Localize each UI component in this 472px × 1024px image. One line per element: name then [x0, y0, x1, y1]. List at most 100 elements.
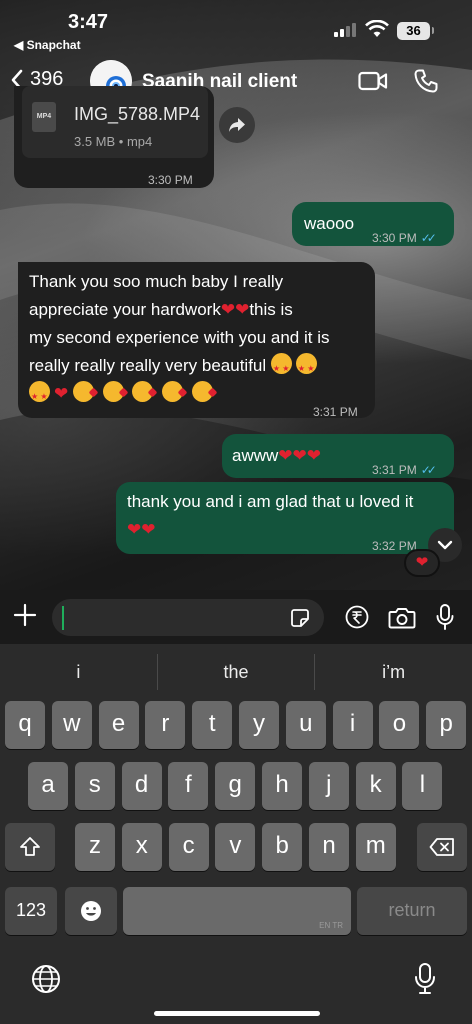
- message-line: really really really very beautiful: [29, 352, 330, 383]
- heart-emoji: ❤: [292, 446, 307, 465]
- plus-icon: [13, 603, 37, 627]
- file-name: IMG_5788.MP4: [74, 104, 201, 124]
- text-caret: [62, 606, 64, 630]
- key-l[interactable]: l: [402, 762, 443, 810]
- numbers-key[interactable]: 123: [5, 887, 57, 935]
- file-message[interactable]: MP4 IMG_5788.MP4 3.5 MB • mp4 3:30 PM: [14, 86, 214, 188]
- message-time: 3:31 PM: [313, 405, 358, 419]
- emoji-key[interactable]: [65, 887, 117, 935]
- key-s[interactable]: s: [74, 762, 115, 810]
- key-i[interactable]: i: [332, 701, 373, 749]
- shift-key[interactable]: [5, 823, 55, 871]
- file-card[interactable]: MP4 IMG_5788.MP4 3.5 MB • mp4: [22, 86, 208, 158]
- key-q[interactable]: q: [5, 701, 45, 749]
- phone-icon[interactable]: [413, 68, 439, 94]
- sticker-icon[interactable]: [290, 608, 310, 628]
- attach-button[interactable]: [12, 602, 38, 633]
- heart-emoji: ❤: [306, 446, 322, 465]
- key-b[interactable]: b: [262, 823, 303, 871]
- message-time: 3:30 PM: [372, 231, 417, 245]
- microphone-icon[interactable]: [435, 603, 455, 631]
- star-struck-emoji: [295, 353, 317, 383]
- outgoing-message[interactable]: thank you and i am glad that u loved it …: [116, 482, 454, 554]
- file-type-icon: MP4: [32, 102, 56, 132]
- message-text: waooo: [304, 214, 355, 233]
- globe-icon[interactable]: [31, 964, 61, 994]
- heart-emoji: ❤: [235, 300, 250, 319]
- key-n[interactable]: n: [309, 823, 349, 871]
- emoji-icon: [81, 901, 101, 921]
- forward-button[interactable]: [219, 107, 255, 143]
- key-h[interactable]: h: [262, 762, 302, 810]
- language-hint: EN TR: [319, 921, 343, 930]
- key-v[interactable]: v: [215, 823, 256, 871]
- key-c[interactable]: c: [168, 823, 209, 871]
- message-line: appreciate your hardwork❤❤this is: [29, 296, 330, 324]
- key-j[interactable]: j: [308, 762, 349, 810]
- key-u[interactable]: u: [285, 701, 326, 749]
- message-line: thank you and i am glad that u loved it: [127, 492, 414, 511]
- message-text: awww❤❤❤: [232, 442, 321, 470]
- message-time: 3:31 PM: [372, 463, 417, 477]
- key-r[interactable]: r: [145, 701, 186, 749]
- key-t[interactable]: t: [192, 701, 233, 749]
- home-indicator: [154, 1011, 320, 1016]
- battery-nub: [432, 27, 434, 34]
- dictation-mic-icon[interactable]: [414, 962, 436, 996]
- key-d[interactable]: d: [121, 762, 162, 810]
- message-input[interactable]: [52, 599, 324, 636]
- heart-emoji: ❤: [54, 384, 69, 403]
- file-info: 3.5 MB • mp4: [74, 134, 153, 149]
- payment-icon[interactable]: [345, 605, 369, 629]
- kissing-face-emoji: [102, 381, 124, 402]
- suggestion-item[interactable]: the: [156, 654, 315, 690]
- key-w[interactable]: w: [51, 701, 92, 749]
- suggestion-item[interactable]: i’m: [314, 654, 472, 690]
- star-struck-emoji: [29, 381, 50, 411]
- key-a[interactable]: a: [28, 762, 68, 810]
- kissing-face-emoji: [191, 381, 213, 402]
- wifi-icon: [365, 20, 389, 37]
- return-key[interactable]: return: [357, 887, 467, 935]
- message-fragment: awww: [232, 446, 279, 465]
- chevron-down-icon: [437, 540, 453, 550]
- key-z[interactable]: z: [75, 823, 115, 871]
- heart-emoji: ❤: [141, 520, 156, 539]
- back-to-app-link[interactable]: ◀ Snapchat: [14, 38, 81, 52]
- key-x[interactable]: x: [121, 823, 162, 871]
- key-y[interactable]: y: [239, 701, 279, 749]
- shift-icon: [20, 837, 40, 856]
- video-call-icon[interactable]: [358, 70, 388, 92]
- suggestion-item[interactable]: i: [0, 654, 157, 690]
- outgoing-message[interactable]: awww❤❤❤ 3:31 PM ✓✓: [222, 434, 454, 478]
- keyboard: i the i’m qwertyuiop asdfghjkl zxcvbnm 1…: [0, 644, 472, 1024]
- message-line: my second experience with you and it is: [29, 328, 330, 347]
- kissing-face-emoji: [162, 381, 184, 402]
- message-meta: 3:30 PM ✓✓: [372, 224, 437, 252]
- backspace-key[interactable]: [417, 823, 467, 871]
- battery-icon: 36: [397, 22, 430, 40]
- backspace-icon: [429, 838, 454, 856]
- suggestion-bar: i the i’m: [0, 654, 472, 690]
- incoming-message[interactable]: Thank you soo much baby I really appreci…: [18, 262, 375, 419]
- key-o[interactable]: o: [379, 701, 420, 749]
- star-struck-emoji: [270, 353, 292, 383]
- key-f[interactable]: f: [168, 762, 209, 810]
- message-text: Thank you soo much baby I really appreci…: [29, 268, 330, 411]
- emoji-line: ❤: [29, 380, 330, 411]
- key-p[interactable]: p: [426, 701, 467, 749]
- read-receipt-icon: ✓✓: [420, 231, 437, 245]
- key-m[interactable]: m: [355, 823, 396, 871]
- camera-icon[interactable]: [388, 606, 416, 630]
- key-e[interactable]: e: [98, 701, 139, 749]
- status-bar: 3:47 ◀ Snapchat 36: [0, 0, 472, 58]
- message-fragment: really really really very beautiful: [29, 356, 267, 375]
- kissing-face-emoji: [72, 381, 94, 402]
- status-time: 3:47: [68, 11, 109, 33]
- outgoing-message[interactable]: waooo 3:30 PM ✓✓: [292, 202, 454, 246]
- reaction-badge[interactable]: ❤: [404, 549, 440, 577]
- space-key[interactable]: EN TR: [123, 887, 351, 935]
- message-meta: 3:31 PM ✓✓: [372, 456, 437, 484]
- key-g[interactable]: g: [215, 762, 256, 810]
- key-k[interactable]: k: [355, 762, 396, 810]
